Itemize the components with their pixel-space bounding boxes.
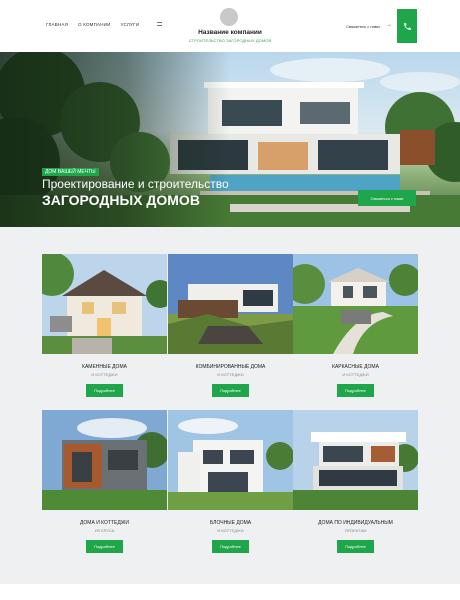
service-card-image[interactable] [168,254,293,354]
service-card-image[interactable] [42,410,167,510]
service-card-title: КОМБИНИРОВАННЫЕ ДОМА [195,364,266,370]
service-card-subtitle: И КОТТЕДЖИ [91,372,118,377]
phone-icon [403,22,411,30]
main-nav: ГЛАВНАЯ О КОМПАНИИ УСЛУГИ [46,22,139,27]
service-card-subtitle: И КОТТЕДЖИ [217,372,244,377]
site-header: ГЛАВНАЯ О КОМПАНИИ УСЛУГИ Название компа… [0,0,460,52]
details-button[interactable]: Подробнее [86,540,123,553]
service-card-title: ДОМА И КОТТЕДЖИ [80,520,129,526]
service-card-image[interactable] [168,410,293,510]
hero-heading-line1: Проектирование и строительство [42,177,229,191]
service-card-frame: КАРКАСНЫЕ ДОМА И КОТТЕДЖИ Подробнее [293,254,418,404]
service-card-custom: ДОМА ПО ИНДИВИДУАЛЬНЫМ ПРОЕКТАМ Подробне… [293,410,418,560]
arrow-right-icon[interactable]: → [386,22,392,28]
company-name: Название компании [198,29,262,36]
service-card-stone: КАМЕННЫЕ ДОМА И КОТТЕДЖИ Подробнее [42,254,167,404]
contact-link[interactable]: Свяжитесь с нами [346,24,380,29]
service-card-subtitle: И КОТТЕДЖИ [342,372,369,377]
service-card-image[interactable] [293,410,418,510]
service-card-subtitle: И КОТТЕДЖИ [217,528,244,533]
footer-strip [0,584,460,600]
service-card-timber: ДОМА И КОТТЕДЖИ ИЗ БРУСА Подробнее [42,410,167,560]
company-tagline: СТРОИТЕЛЬСТВО ЗАГОРОДНЫХ ДОМОВ [188,38,272,43]
services-section: КАМЕННЫЕ ДОМА И КОТТЕДЖИ Подробнее КОМБИ… [0,227,460,584]
details-button[interactable]: Подробнее [212,540,249,553]
service-card-subtitle: ПРОЕКТАМ [344,528,367,533]
details-button[interactable]: Подробнее [337,540,374,553]
service-card-image[interactable] [293,254,418,354]
phone-button[interactable] [397,9,417,43]
details-button[interactable]: Подробнее [86,384,123,397]
details-button[interactable]: Подробнее [212,384,249,397]
hamburger-icon[interactable] [157,22,162,26]
hero-heading-line2: ЗАГОРОДНЫХ ДОМОВ [42,192,200,208]
company-logo[interactable] [220,8,238,26]
service-card-title: БЛОЧНЫЕ ДОМА [209,520,252,526]
service-card-image[interactable] [42,254,167,354]
hero-badge: ДОМ ВАШЕЙ МЕЧТЫ [42,168,99,176]
service-card-title: КАМЕННЫЕ ДОМА [82,364,127,370]
contact-us-button[interactable]: Связаться с нами [358,190,416,206]
service-card-combined: КОМБИНИРОВАННЫЕ ДОМА И КОТТЕДЖИ Подробне… [168,254,293,404]
service-card-title: ДОМА ПО ИНДИВИДУАЛЬНЫМ [318,520,393,526]
nav-item-services[interactable]: УСЛУГИ [121,22,140,27]
nav-item-about[interactable]: О КОМПАНИИ [78,22,111,27]
details-button[interactable]: Подробнее [337,384,374,397]
service-card-subtitle: ИЗ БРУСА [94,528,115,533]
service-card-block: БЛОЧНЫЕ ДОМА И КОТТЕДЖИ Подробнее [168,410,293,560]
nav-item-home[interactable]: ГЛАВНАЯ [46,22,68,27]
service-card-title: КАРКАСНЫЕ ДОМА [332,364,379,370]
